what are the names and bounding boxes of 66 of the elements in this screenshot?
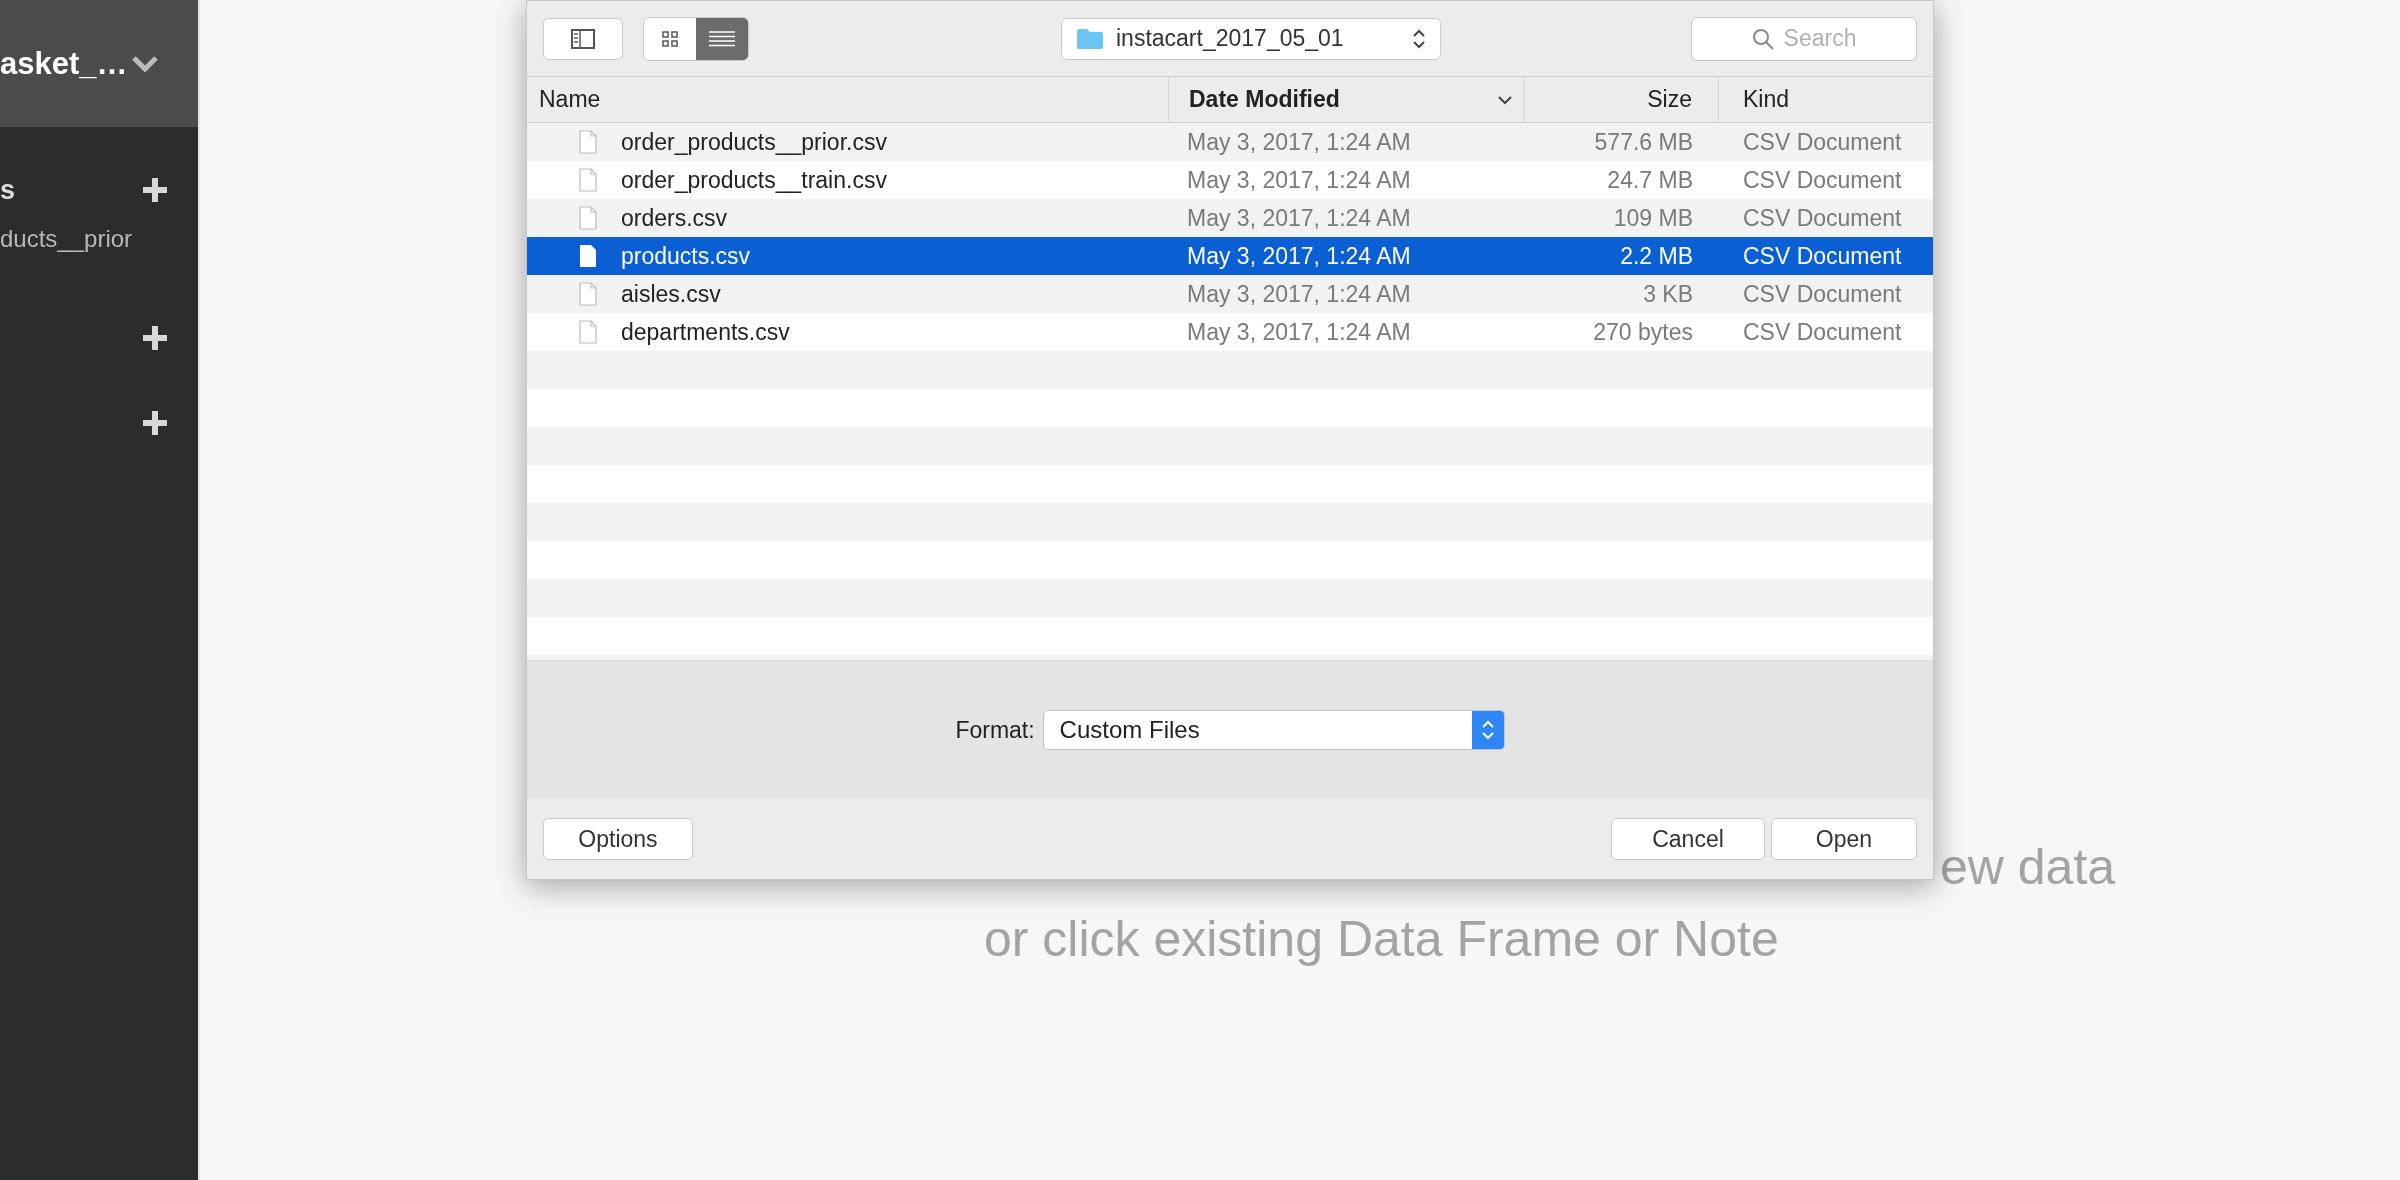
kind-cell-text: CSV Document <box>1742 166 1903 194</box>
size-cell-text: 24.7 MB <box>1606 166 1694 194</box>
view-mode-toggle[interactable] <box>644 17 696 60</box>
file-name: products.csv <box>621 242 751 270</box>
hint-text: or click existing Data Frame or Note <box>984 911 1779 967</box>
kind-cell-text: CSV Document <box>1742 204 1903 232</box>
chevron-down-icon[interactable] <box>131 55 158 72</box>
format-label: Format: <box>955 716 1035 744</box>
document-icon <box>579 130 597 154</box>
size-cell-text: 2.2 MB <box>1619 242 1694 270</box>
file-row[interactable]: order_products__prior.csv May 3, 2017, 1:24 AM 577.6 MB CSV Document <box>527 123 1933 161</box>
size-cell-text: 270 bytes <box>1592 318 1694 346</box>
size-cell-text: 109 MB <box>1612 204 1694 232</box>
file-name: order_products__train.csv <box>621 166 887 194</box>
sort-chevron-icon <box>1498 94 1512 105</box>
file-row[interactable]: order_products__train.csv May 3, 2017, 1:24 AM 24.7 MB CSV Document <box>527 161 1933 199</box>
document-icon <box>579 244 597 268</box>
column-header[interactable]: Kind <box>1719 77 1933 122</box>
file-row[interactable]: aisles.csv May 3, 2017, 1:24 AM 3 KB CSV Document <box>527 275 1933 313</box>
column-header[interactable]: Size <box>1525 77 1719 122</box>
sidebar-icon <box>571 28 595 49</box>
file-row[interactable]: products.csv May 3, 2017, 1:24 AM 2.2 MB CSV Document <box>527 237 1933 275</box>
view-mode-toggle[interactable] <box>696 17 748 60</box>
search-icon <box>1751 27 1774 50</box>
list-icon <box>709 30 735 47</box>
cancel-button[interactable]: Cancel <box>1611 818 1765 860</box>
date-cell-text: May 3, 2017, 1:24 AM <box>1186 166 1412 194</box>
date-cell-text: May 3, 2017, 1:24 AM <box>1186 318 1412 346</box>
kind-cell-text: CSV Document <box>1742 280 1903 308</box>
hint-text: ew data <box>1940 838 2116 896</box>
up-down-chevron-icon <box>1412 27 1426 50</box>
grid-icon <box>662 30 678 47</box>
plus-icon[interactable] <box>142 177 168 203</box>
column-header[interactable]: Date Modified <box>1169 77 1525 122</box>
document-icon <box>579 206 597 230</box>
section-heading: s <box>0 174 16 206</box>
document-icon <box>579 320 597 344</box>
location-popup[interactable]: instacart_2017_05_01 <box>1061 17 1441 60</box>
kind-cell-text: CSV Document <box>1742 128 1903 156</box>
file-name: aisles.csv <box>621 280 721 308</box>
document-icon <box>579 282 597 306</box>
format-popup[interactable]: Custom Files <box>1042 710 1505 750</box>
options-button[interactable]: Options <box>543 818 693 860</box>
date-cell-text: May 3, 2017, 1:24 AM <box>1186 204 1412 232</box>
size-cell-text: 3 KB <box>1642 280 1694 308</box>
kind-cell-text: CSV Document <box>1742 242 1903 270</box>
sidebar-toggle-button[interactable] <box>543 17 623 60</box>
date-cell-text: May 3, 2017, 1:24 AM <box>1186 280 1412 308</box>
sidebar-item[interactable]: ducts__prior <box>0 215 198 253</box>
plus-icon[interactable] <box>142 325 168 351</box>
file-name: orders.csv <box>621 204 728 232</box>
document-icon <box>579 168 597 192</box>
file-name: departments.csv <box>621 318 790 346</box>
folder-icon <box>1076 27 1104 50</box>
file-name: order_products__prior.csv <box>621 128 887 156</box>
column-header[interactable]: Name <box>527 77 1169 122</box>
kind-cell-text: CSV Document <box>1742 318 1903 346</box>
open-button[interactable]: Open <box>1771 818 1917 860</box>
date-cell-text: May 3, 2017, 1:24 AM <box>1186 128 1412 156</box>
up-down-chevron-icon <box>1481 720 1494 740</box>
size-cell-text: 577.6 MB <box>1593 128 1694 156</box>
project-title[interactable]: asket_… <box>0 45 128 82</box>
plus-icon[interactable] <box>142 410 168 436</box>
date-cell-text: May 3, 2017, 1:24 AM <box>1186 242 1412 270</box>
file-row[interactable]: orders.csv May 3, 2017, 1:24 AM 109 MB CSV Document <box>527 199 1933 237</box>
file-row[interactable]: departments.csv May 3, 2017, 1:24 AM 270 bytes CSV Document <box>527 313 1933 351</box>
